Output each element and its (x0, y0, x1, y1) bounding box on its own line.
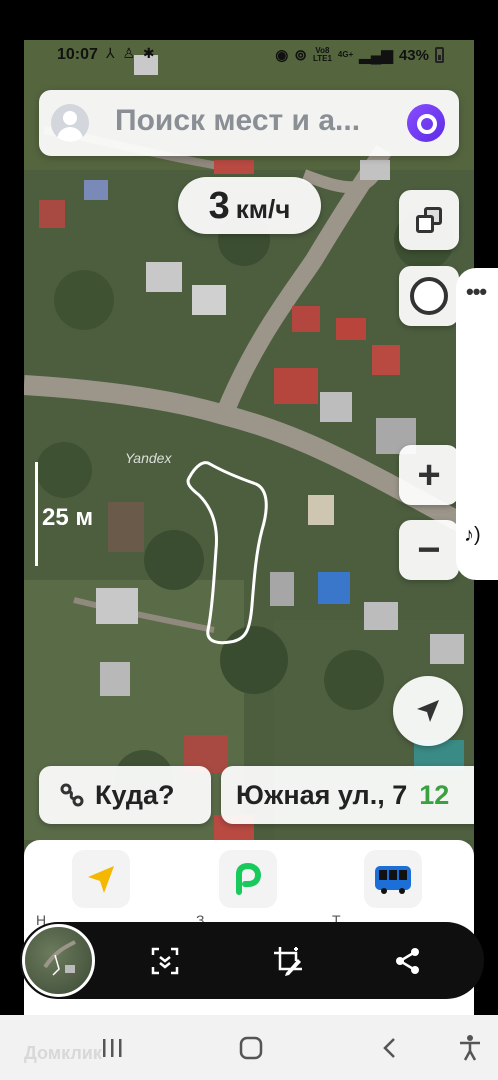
navigator-app-button[interactable] (72, 850, 130, 908)
zoom-in-button[interactable]: + (399, 445, 459, 505)
crop-edit-icon (274, 947, 302, 976)
minus-icon: − (417, 528, 441, 572)
thumbnail-preview (43, 940, 76, 976)
speed-indicator: 3 км/ч (178, 177, 321, 234)
route-icon (60, 783, 84, 807)
net-type-label: 4G+ (337, 50, 354, 59)
status-bar: 10:07 ⅄ ♙ ✱ ◉ ⊚ Vo8 LTE1 4G+ ▂▄▆ 43% (24, 40, 474, 74)
network-indicator: Vo8 LTE1 (313, 47, 332, 63)
address-extra: 12 (419, 779, 450, 810)
location-icon: ◉ (275, 47, 289, 64)
locate-button[interactable] (393, 676, 463, 746)
avatar[interactable] (51, 104, 89, 142)
crop-edit-button[interactable] (266, 939, 310, 983)
accessibility-button[interactable] (450, 1031, 490, 1065)
avatar-body (57, 127, 83, 142)
navigator-arrow-icon (88, 866, 114, 893)
home-button[interactable] (231, 1031, 271, 1065)
layers-button[interactable] (399, 190, 459, 250)
more-icon: ••• (466, 279, 487, 304)
map-watermark: Yandex (125, 450, 172, 466)
scroll-capture-button[interactable] (143, 939, 187, 983)
signal-icon: ▂▄▆ (359, 47, 393, 64)
address-button[interactable]: Южная ул., 7 12 (221, 766, 474, 824)
where-label: Куда? (95, 779, 175, 810)
net-bottom-label: LTE1 (312, 54, 332, 63)
home-icon (239, 1036, 263, 1060)
accessibility-icon (460, 1035, 480, 1061)
search-placeholder[interactable]: Поиск мест и а... (115, 104, 360, 138)
avatar-head (63, 111, 77, 125)
transport-app-button[interactable] (364, 850, 422, 908)
back-icon (383, 1038, 395, 1058)
edge-panel-handle[interactable]: ••• ♪) (456, 268, 498, 580)
domclick-watermark: Домклик (24, 1043, 102, 1063)
speed-value: 3 (208, 185, 230, 227)
scroll-capture-icon (151, 947, 179, 975)
scale-line (35, 462, 38, 566)
battery-icon (435, 47, 444, 63)
compass-icon (410, 277, 448, 315)
sound-assistant-icon[interactable]: ♪) (464, 524, 481, 547)
recent-apps-icon (103, 1039, 122, 1057)
zoom-out-button[interactable]: − (399, 520, 459, 580)
parking-app-button[interactable] (219, 850, 277, 908)
location-arrow-icon (417, 700, 439, 722)
notification-icons: ⅄ ♙ ✱ (106, 45, 157, 61)
battery-percent: 43% (398, 46, 429, 64)
app-screen: 10:07 ⅄ ♙ ✱ ◉ ⊚ Vo8 LTE1 4G+ ▂▄▆ 43% Пои… (24, 40, 474, 1015)
where-button[interactable]: Куда? (39, 766, 211, 824)
system-nav-bar: Домклик (0, 1015, 498, 1080)
scale-label: 25 м (42, 504, 94, 531)
share-button[interactable] (386, 939, 430, 983)
plus-icon: + (417, 453, 441, 497)
map-scale: 25 м (32, 462, 102, 572)
share-icon (396, 948, 419, 974)
status-time: 10:07 (57, 46, 98, 63)
back-button[interactable] (370, 1031, 410, 1065)
alice-icon[interactable] (407, 104, 445, 142)
screenshot-thumbnail[interactable] (22, 924, 95, 997)
wifi-calling-icon: ⊚ (294, 47, 307, 64)
search-bar[interactable]: Поиск мест и а... (39, 90, 459, 156)
layers-icon (416, 207, 442, 233)
compass-button[interactable] (399, 266, 459, 326)
recent-apps-button[interactable] (92, 1031, 132, 1065)
status-right: ◉ ⊚ Vo8 LTE1 4G+ ▂▄▆ 43% (275, 46, 444, 64)
parking-icon (236, 862, 262, 895)
address-label: Южная ул., 7 (236, 779, 408, 810)
speed-unit: км/ч (235, 194, 291, 224)
phone-frame: 10:07 ⅄ ♙ ✱ ◉ ⊚ Vo8 LTE1 4G+ ▂▄▆ 43% Пои… (0, 0, 498, 1080)
screenshot-toolbar (20, 922, 484, 999)
bus-icon (375, 866, 411, 894)
